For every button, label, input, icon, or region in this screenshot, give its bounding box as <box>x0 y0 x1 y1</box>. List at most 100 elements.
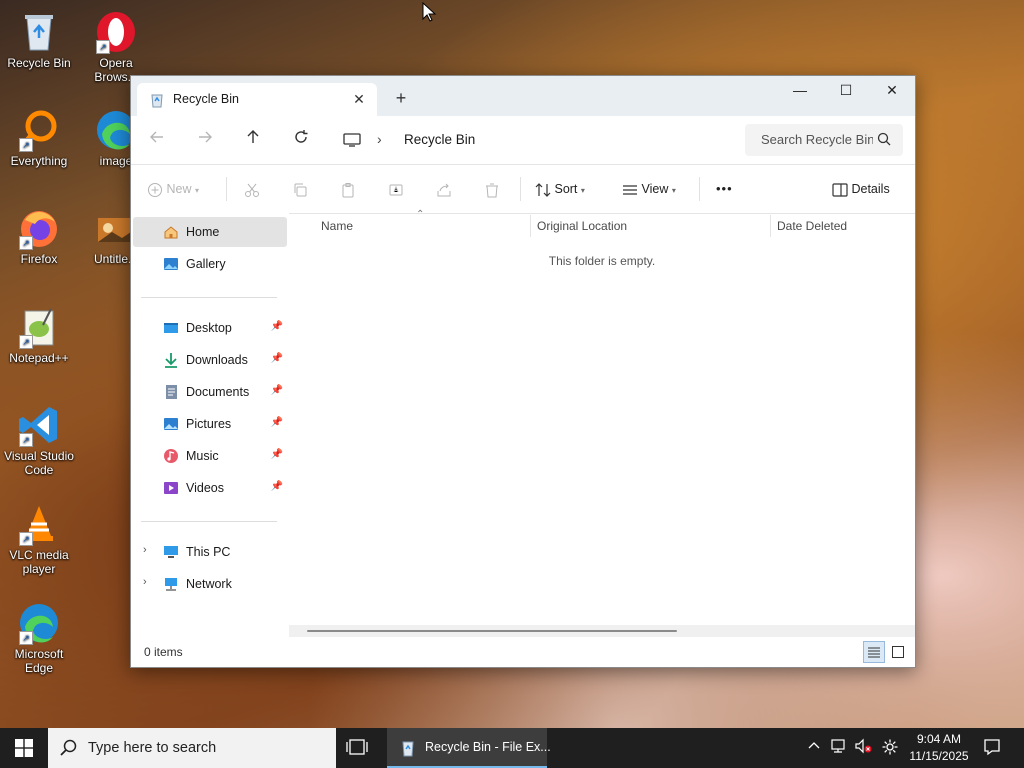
nav-item-this-pc[interactable]: › This PC <box>133 537 287 567</box>
breadcrumb[interactable]: › Recycle Bin <box>331 124 736 156</box>
command-bar: New ▾ Sort ▾ View ▾ ••• Details <box>131 165 915 214</box>
column-header-original-location[interactable]: Original Location <box>537 219 627 233</box>
desktop-icon-vlc[interactable]: ↗ VLC media player <box>1 502 77 576</box>
desktop-icon-label: Recycle Bin <box>7 56 71 70</box>
chevron-right-icon[interactable]: › <box>143 544 147 556</box>
nav-divider <box>141 521 277 522</box>
taskbar-search-placeholder: Type here to search <box>88 740 217 756</box>
close-button[interactable]: ✕ <box>869 76 915 104</box>
nav-item-music[interactable]: Music 📌 <box>133 441 287 471</box>
nav-item-network[interactable]: › Network <box>133 569 287 599</box>
desktop-icon-label: Everything <box>10 154 68 168</box>
search-icon <box>877 132 891 146</box>
task-view-icon <box>346 739 368 755</box>
trash-icon <box>486 183 498 198</box>
nav-item-home[interactable]: Home <box>133 217 287 247</box>
file-list-pane: ⌃ Name Original Location Date Deleted Th… <box>289 209 915 637</box>
column-divider[interactable] <box>770 215 771 237</box>
taskbar-search-box[interactable]: Type here to search <box>48 728 336 768</box>
refresh-button[interactable] <box>289 129 313 151</box>
paste-button[interactable] <box>340 178 356 200</box>
monitor-icon <box>343 133 361 147</box>
recycle-bin-icon <box>402 741 414 757</box>
tab-recycle-bin[interactable]: Recycle Bin ✕ <box>137 83 377 116</box>
rename-button[interactable] <box>388 178 404 200</box>
search-input[interactable] <box>759 131 875 148</box>
desktop-icon-everything[interactable]: ↗ Everything <box>1 108 77 168</box>
music-icon <box>164 449 178 463</box>
new-button[interactable]: New ▾ <box>147 178 199 200</box>
nav-item-label: Pictures <box>186 417 232 431</box>
shortcut-arrow-icon: ↗ <box>19 335 33 349</box>
clock-date: 11/15/2025 <box>909 749 969 763</box>
minimize-button[interactable]: — <box>777 76 823 104</box>
copy-button[interactable] <box>292 178 308 200</box>
details-pane-icon <box>832 183 848 197</box>
back-button[interactable] <box>145 129 169 151</box>
pin-icon: 📌 <box>270 385 283 396</box>
desktop-icon-firefox[interactable]: ↗ Firefox <box>1 206 77 266</box>
desktop-icon-notepadpp[interactable]: ↗ Notepad++ <box>1 305 77 365</box>
nav-item-videos[interactable]: Videos 📌 <box>133 473 287 503</box>
pin-icon: 📌 <box>270 353 283 364</box>
column-header-date-deleted[interactable]: Date Deleted <box>777 219 847 233</box>
nav-item-pictures[interactable]: Pictures 📌 <box>133 409 287 439</box>
task-view-button[interactable] <box>345 737 373 759</box>
shortcut-arrow-icon: ↗ <box>19 138 33 152</box>
desktop-icon-label: Microsoft Edge <box>14 647 64 675</box>
scrollbar-thumb[interactable] <box>307 630 677 632</box>
nav-item-documents[interactable]: Documents 📌 <box>133 377 287 407</box>
taskbar-app-file-explorer[interactable]: Recycle Bin - File Ex... <box>387 728 551 768</box>
address-bar-row: › Recycle Bin <box>131 116 915 165</box>
desktop-icon-recycle-bin[interactable]: Recycle Bin <box>1 10 77 70</box>
breadcrumb-recycle-bin[interactable]: Recycle Bin <box>404 132 475 147</box>
nav-item-desktop[interactable]: Desktop 📌 <box>133 313 287 343</box>
delete-button[interactable] <box>484 178 500 200</box>
pin-icon: 📌 <box>270 481 283 492</box>
maximize-button[interactable]: ☐ <box>823 76 869 104</box>
taskbar-app-label: Recycle Bin - File Ex... <box>425 740 551 754</box>
recycle-bin-icon <box>25 15 53 51</box>
column-header-name[interactable]: Name <box>321 219 353 233</box>
chevron-down-icon: ▾ <box>194 186 199 195</box>
nav-item-label: Music <box>186 449 219 463</box>
shortcut-arrow-icon: ↗ <box>19 236 33 250</box>
windows-logo-icon <box>15 739 33 757</box>
view-lines-icon <box>623 185 637 195</box>
sort-button[interactable]: Sort ▾ <box>535 178 585 200</box>
show-hidden-icons-button[interactable] <box>804 738 824 758</box>
view-button[interactable]: View ▾ <box>622 178 676 200</box>
nav-divider <box>141 297 277 298</box>
notification-center-button[interactable] <box>982 738 1002 758</box>
tab-close-button[interactable]: ✕ <box>349 89 369 109</box>
horizontal-scrollbar[interactable] <box>289 625 915 637</box>
nav-item-label: Network <box>186 577 232 591</box>
cut-button[interactable] <box>244 178 260 200</box>
column-divider[interactable] <box>530 215 531 237</box>
search-box[interactable] <box>745 124 903 156</box>
chevron-right-icon[interactable]: › <box>143 576 147 588</box>
network-tray-button[interactable] <box>829 738 849 758</box>
desktop-icon-edge[interactable]: ↗ Microsoft Edge <box>1 601 77 675</box>
videos-icon <box>164 482 178 494</box>
up-button[interactable] <box>241 129 265 151</box>
forward-button[interactable] <box>193 129 217 151</box>
details-pane-button[interactable]: Details <box>832 178 890 200</box>
start-button[interactable] <box>0 728 48 768</box>
details-view-button[interactable] <box>863 641 885 663</box>
nav-item-gallery[interactable]: Gallery <box>133 249 287 279</box>
pin-icon: 📌 <box>270 417 283 428</box>
settings-tray-button[interactable] <box>880 738 900 758</box>
toolbar-divider <box>226 177 227 201</box>
more-options-button[interactable]: ••• <box>716 178 733 200</box>
nav-item-downloads[interactable]: Downloads 📌 <box>133 345 287 375</box>
new-tab-button[interactable]: + <box>390 88 412 110</box>
volume-tray-button[interactable] <box>853 738 873 758</box>
shortcut-arrow-icon: ↗ <box>96 40 110 54</box>
desktop-icon-opera[interactable]: ↗ Opera Brows... <box>78 10 154 84</box>
breadcrumb-separator[interactable]: › <box>377 131 382 147</box>
share-button[interactable] <box>436 178 452 200</box>
desktop-icon-vscode[interactable]: ↗ Visual Studio Code <box>1 403 77 477</box>
taskbar-clock[interactable]: 9:04 AM 11/15/2025 <box>906 731 972 765</box>
tiles-view-button[interactable] <box>887 641 909 663</box>
